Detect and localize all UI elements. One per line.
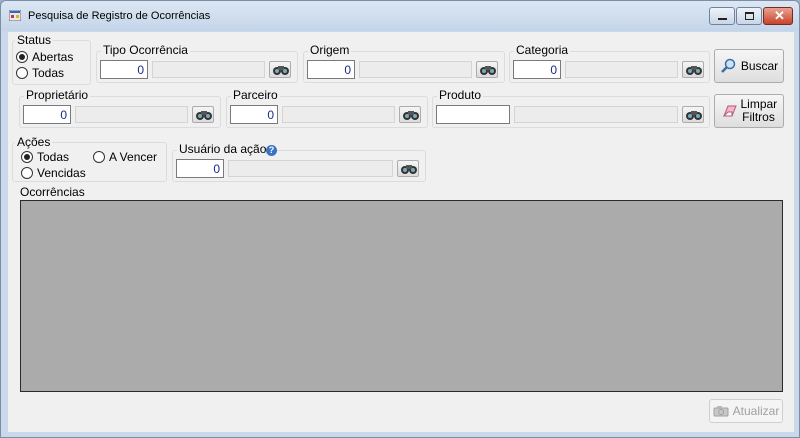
- categoria-label: Categoria: [514, 43, 571, 57]
- parceiro-code-input[interactable]: 0: [230, 105, 278, 124]
- parceiro-description: [282, 106, 395, 123]
- parceiro-search-button[interactable]: [399, 106, 421, 123]
- refresh-icon: [713, 406, 729, 417]
- categoria-search-button[interactable]: [682, 61, 704, 78]
- binoculars-icon: [273, 66, 289, 75]
- produto-label: Produto: [437, 88, 484, 102]
- minimize-icon: [718, 18, 727, 20]
- origem-code-input[interactable]: 0: [307, 60, 355, 79]
- tipo-ocorrencia-search-button[interactable]: [269, 61, 291, 78]
- radio-empty-icon: [21, 167, 33, 179]
- binoculars-icon: [196, 111, 212, 120]
- usuario-acao-group: Usuário da ação ? 0: [172, 142, 426, 182]
- usuario-acao-label: Usuário da ação: [177, 142, 269, 156]
- radio-empty-icon: [16, 67, 28, 79]
- binoculars-icon: [686, 66, 702, 75]
- help-icon[interactable]: ?: [266, 145, 277, 156]
- status-abertas-radio[interactable]: Abertas: [16, 50, 73, 64]
- binoculars-icon: [403, 111, 419, 120]
- acoes-a-vencer-radio[interactable]: A Vencer: [93, 150, 157, 164]
- form-client-area: Status Abertas Todas Tipo Ocorrência 0 O…: [8, 32, 794, 432]
- binoculars-icon: [686, 111, 702, 120]
- buscar-button[interactable]: Buscar: [714, 49, 784, 83]
- proprietario-label: Proprietário: [24, 88, 91, 102]
- window-title: Pesquisa de Registro de Ocorrências: [28, 10, 211, 22]
- proprietario-search-button[interactable]: [192, 106, 214, 123]
- categoria-code-input[interactable]: 0: [513, 60, 561, 79]
- binoculars-icon: [480, 66, 496, 75]
- usuario-acao-description: [228, 160, 393, 177]
- ocorrencias-label: Ocorrências: [20, 185, 85, 199]
- origem-description: [359, 61, 472, 78]
- limpar-filtros-button[interactable]: Limpar Filtros: [714, 94, 784, 128]
- app-window: Pesquisa de Registro de Ocorrências ✕ St…: [0, 0, 800, 438]
- proprietario-description: [75, 106, 188, 123]
- app-icon: [9, 10, 21, 21]
- radio-empty-icon: [93, 151, 105, 163]
- usuario-acao-search-button[interactable]: [397, 160, 419, 177]
- close-icon: ✕: [774, 8, 785, 23]
- tipo-ocorrencia-group: Tipo Ocorrência 0: [96, 43, 298, 83]
- atualizar-button[interactable]: Atualizar: [709, 399, 783, 423]
- binoculars-icon: [401, 165, 417, 174]
- tipo-ocorrencia-code-input[interactable]: 0: [100, 60, 148, 79]
- tipo-ocorrencia-label: Tipo Ocorrência: [101, 43, 190, 57]
- status-group: Status Abertas Todas: [12, 33, 91, 85]
- categoria-description: [565, 61, 678, 78]
- status-label: Status: [15, 33, 54, 47]
- acoes-todas-radio[interactable]: Todas: [21, 150, 69, 164]
- produto-description: [514, 106, 678, 123]
- status-todas-radio[interactable]: Todas: [16, 66, 64, 80]
- close-button[interactable]: ✕: [763, 7, 793, 25]
- produto-code-input[interactable]: [436, 105, 510, 124]
- origem-label: Origem: [308, 43, 352, 57]
- usuario-acao-code-input[interactable]: 0: [176, 159, 224, 178]
- proprietario-group: Proprietário 0: [19, 88, 221, 128]
- radio-selected-icon: [21, 151, 33, 163]
- maximize-button[interactable]: [736, 7, 762, 25]
- parceiro-label: Parceiro: [231, 88, 280, 102]
- origem-group: Origem 0: [303, 43, 505, 83]
- radio-selected-icon: [16, 51, 28, 63]
- ocorrencias-grid[interactable]: [20, 200, 783, 392]
- magnifier-icon: [720, 58, 736, 73]
- minimize-button[interactable]: [709, 7, 735, 25]
- acoes-vencidas-radio[interactable]: Vencidas: [21, 166, 86, 180]
- origem-search-button[interactable]: [476, 61, 498, 78]
- categoria-group: Categoria 0: [509, 43, 710, 83]
- acoes-label: Ações: [15, 135, 53, 149]
- proprietario-code-input[interactable]: 0: [23, 105, 71, 124]
- parceiro-group: Parceiro 0: [226, 88, 428, 128]
- produto-search-button[interactable]: [682, 106, 704, 123]
- eraser-icon: [722, 105, 737, 117]
- tipo-ocorrencia-description: [152, 61, 265, 78]
- maximize-icon: [745, 12, 754, 20]
- produto-group: Produto: [432, 88, 710, 128]
- acoes-group: Ações Todas A Vencer Vencidas: [12, 135, 167, 182]
- title-bar: Pesquisa de Registro de Ocorrências ✕: [1, 1, 799, 31]
